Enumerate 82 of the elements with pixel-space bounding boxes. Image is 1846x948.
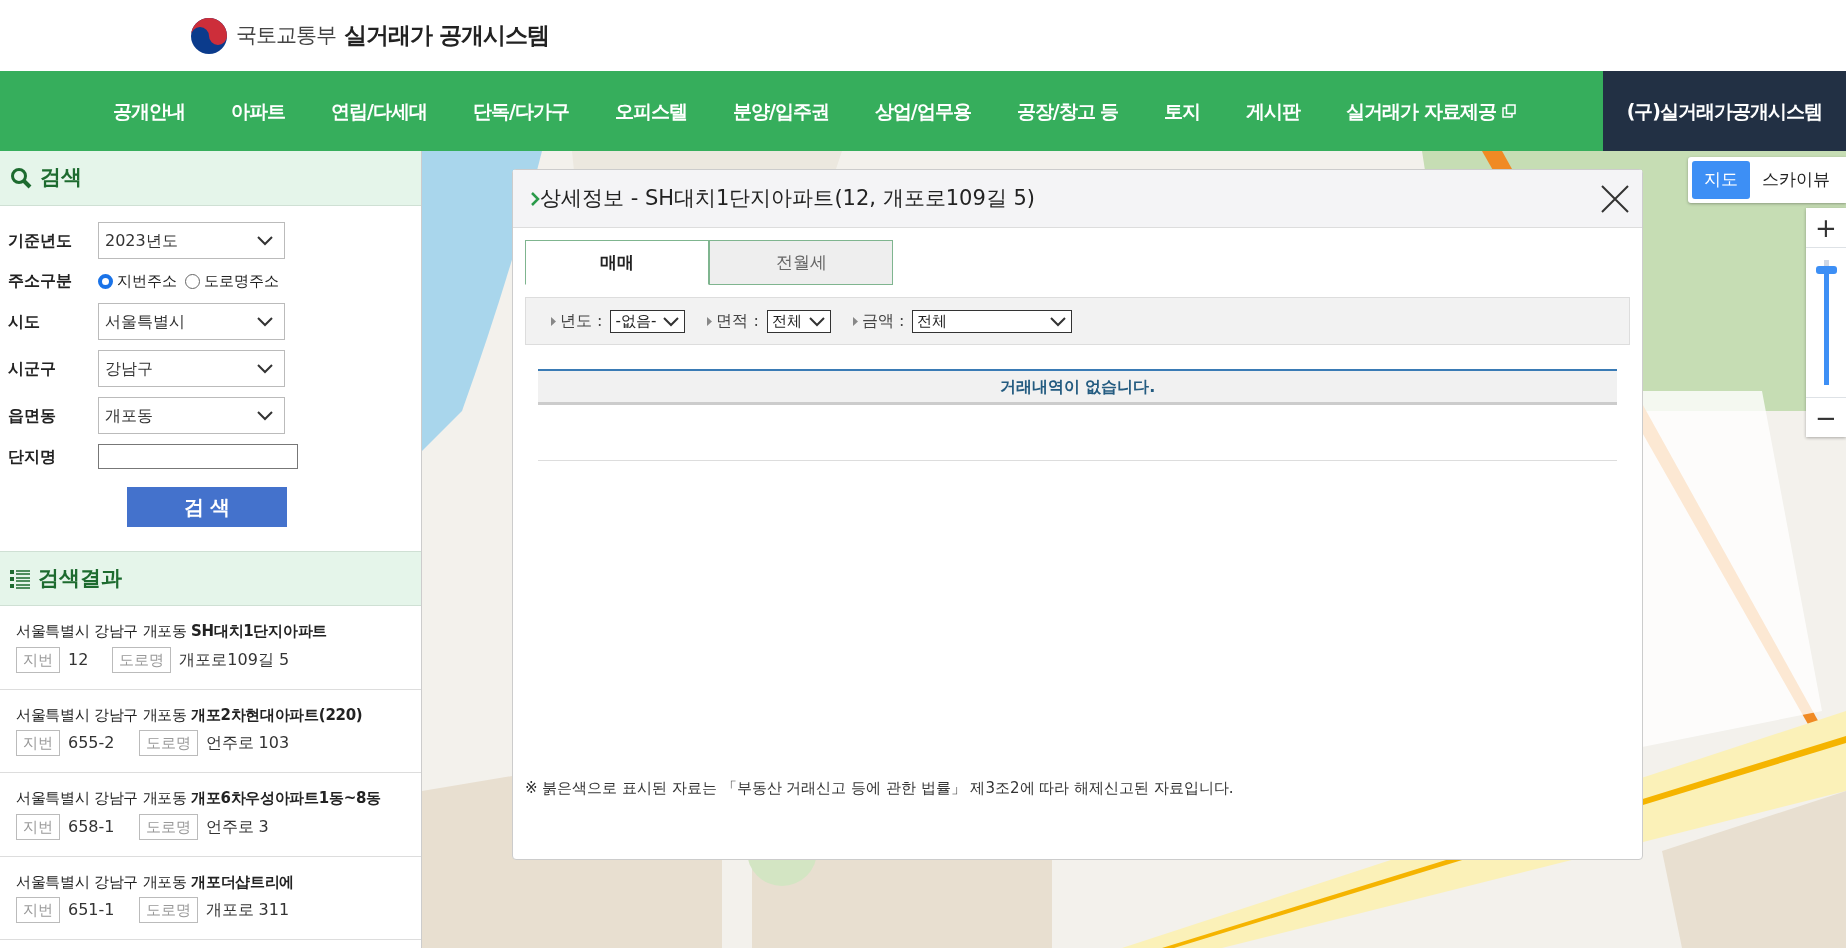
- result-item[interactable]: 서울특별시 강남구 개포동 개포더샵트리에 지번 651-1 도로명 개포로 311: [0, 856, 421, 940]
- list-icon: [10, 568, 30, 589]
- filter-label: 면적 :: [716, 310, 759, 332]
- field-label: 시군구: [8, 357, 57, 380]
- ministry-name: 국토교통부: [236, 21, 336, 49]
- chevron-down-icon: [1049, 315, 1068, 327]
- external-link-icon: [1502, 104, 1516, 118]
- chevron-down-icon: [807, 315, 826, 327]
- result-item[interactable]: 서울특별시 강남구 개포동 개포6차우성아파트1동~8동 지번 658-1 도로명 언주로 3: [0, 773, 421, 857]
- site-title: 실거래가 공개시스템: [344, 21, 549, 51]
- search-button[interactable]: 검 색: [127, 487, 287, 527]
- select-value: 2023년도: [105, 229, 178, 252]
- address-tag: 지번: [16, 813, 60, 840]
- chevron-down-icon: [256, 410, 274, 421]
- chevron-down-icon: [256, 363, 274, 374]
- result-title: 서울특별시 강남구 개포동 개포6차우성아파트1동~8동: [16, 788, 382, 809]
- select-value: 서울특별시: [105, 310, 185, 333]
- result-title: 서울특별시 강남구 개포동 개포더샵트리에: [16, 871, 295, 893]
- radio-label: 지번주소: [117, 270, 177, 292]
- result-title: 서울특별시 강남구 개포동 SH대치1단지아파트: [16, 621, 328, 642]
- section-title: 검색: [40, 164, 82, 192]
- field-label: 기준년도: [8, 229, 73, 252]
- address-tag: 지번: [16, 730, 60, 756]
- select-value: -없음-: [615, 310, 657, 332]
- chevron-down-icon: [256, 235, 274, 246]
- tab[interactable]: 전월세: [709, 240, 893, 285]
- address-tag: 지번: [16, 897, 60, 923]
- lot-number: 658-1: [68, 815, 115, 838]
- dialog-title: 상세정보 - SH대치1단지아파트(12, 개포로109길 5): [540, 184, 1035, 212]
- field-label: 시도: [8, 310, 41, 333]
- triangle-right-icon: [551, 316, 556, 326]
- address-tag: 도로명: [138, 897, 198, 923]
- field-label: 단지명: [8, 445, 57, 468]
- road-address: 언주로 3: [205, 815, 269, 838]
- lot-number: 655-2: [68, 732, 115, 754]
- filter-select[interactable]: -없음-: [610, 309, 686, 333]
- select-value: 개포동: [105, 404, 153, 427]
- filter-label: 금액 :: [861, 310, 905, 332]
- radio-button[interactable]: [98, 273, 113, 289]
- address-tag: 도로명: [138, 813, 198, 840]
- result-item[interactable]: 서울특별시 강남구 개포동 개포2차현대아파트(220) 지번 655-2 도로명 언주로 103: [0, 689, 421, 773]
- lot-number: 651-1: [68, 899, 115, 921]
- filter-select[interactable]: 전체: [912, 309, 1073, 333]
- address-tag: 도로명: [138, 730, 198, 756]
- select-field[interactable]: 서울특별시: [98, 303, 285, 340]
- select-value: 전체: [771, 310, 802, 332]
- section-title: 검색결과: [38, 564, 122, 592]
- emblem-icon: [190, 16, 228, 55]
- triangle-right-icon: [707, 316, 713, 326]
- zoom-out-button[interactable]: −: [1806, 397, 1846, 437]
- footnote: ※ 붉은색으로 표시된 자료는 「부동산 거래신고 등에 관한 법률」 제3조2에 따라 해제신고된 자료입니다.: [525, 777, 1234, 799]
- radio-button[interactable]: [185, 273, 200, 289]
- zoom-handle[interactable]: [1815, 266, 1837, 274]
- chevron-right-icon: [531, 191, 540, 206]
- tab[interactable]: 매매: [525, 240, 709, 285]
- address-tag: 도로명: [112, 646, 172, 673]
- select-field[interactable]: 2023년도: [98, 222, 285, 259]
- result-title: 서울특별시 강남구 개포동 개포2차현대아파트(220): [16, 704, 364, 726]
- address-tag: 지번: [16, 646, 60, 673]
- select-field[interactable]: 강남구: [98, 350, 285, 387]
- select-value: 강남구: [105, 357, 153, 380]
- select-field[interactable]: 개포동: [98, 397, 285, 434]
- road-address: 언주로 103: [205, 732, 290, 754]
- triangle-right-icon: [852, 316, 858, 326]
- road-address: 개포로 311: [205, 899, 290, 921]
- road-address: 개포로109길 5: [179, 648, 290, 671]
- result-item[interactable]: 서울특별시 강남구 개포동 SH대치1단지아파트 지번 12 도로명 개포로109길 5: [0, 606, 421, 690]
- radio-label: 도로명주소: [204, 270, 279, 292]
- close-button[interactable]: [1600, 183, 1630, 214]
- chevron-down-icon: [662, 315, 681, 327]
- filter-select[interactable]: 전체: [766, 309, 831, 333]
- close-icon: [1600, 183, 1630, 214]
- search-icon: [10, 167, 32, 189]
- chevron-down-icon: [256, 316, 274, 327]
- field-label: 읍면동: [8, 404, 57, 427]
- field-label: 주소구분: [8, 270, 73, 292]
- select-value: 전체: [917, 310, 948, 332]
- filter-label: 년도 :: [560, 310, 603, 332]
- lot-number: 12: [68, 648, 89, 671]
- empty-message: 거래내역이 없습니다.: [999, 375, 1156, 398]
- text-field[interactable]: [98, 444, 298, 469]
- zoom-in-button[interactable]: +: [1806, 208, 1846, 248]
